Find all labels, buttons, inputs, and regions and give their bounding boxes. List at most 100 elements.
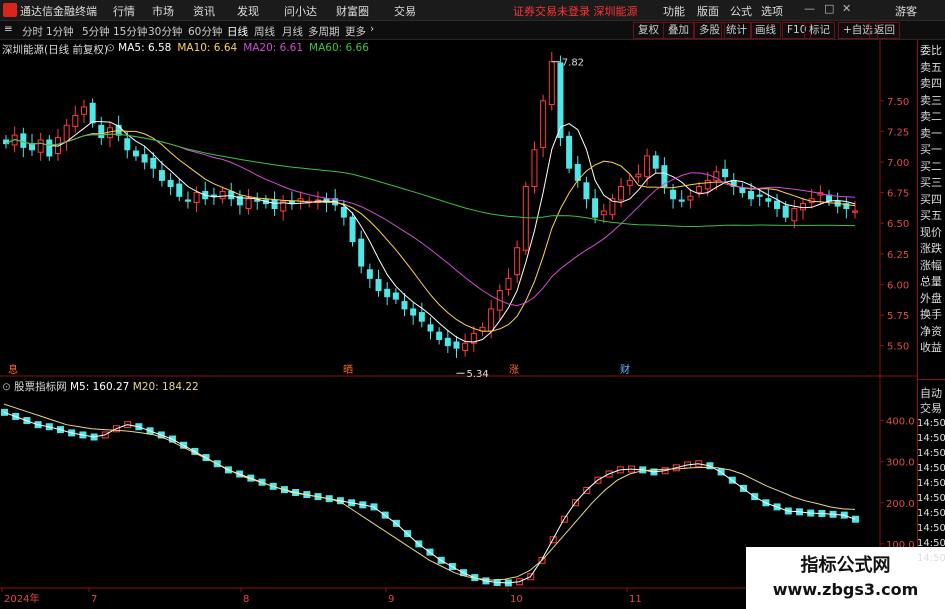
right-menu-3[interactable]: 选项 <box>761 3 783 19</box>
app-logo-icon <box>3 3 17 17</box>
ma-settings-icon[interactable]: ⊙ <box>106 42 118 54</box>
sidebar-sub-11[interactable]: 14:50 <box>917 552 945 566</box>
candle <box>444 337 451 347</box>
sub-y-tick-1: 300.0 <box>886 458 915 469</box>
sidebar-sub-8[interactable]: 14:50 <box>917 507 945 521</box>
sidebar-sub-10[interactable]: 14:50 <box>917 537 945 551</box>
sidebar-7[interactable]: 买二 <box>917 160 945 174</box>
tool-1[interactable]: 叠加 <box>663 22 694 39</box>
right-menu-0[interactable]: 功能 <box>663 3 685 19</box>
sidebar-sub-1[interactable]: 交易 <box>917 402 945 416</box>
period-4[interactable]: 30分钟 <box>148 24 182 39</box>
sidebar-15[interactable]: 外盘 <box>917 292 945 306</box>
sidebar-0[interactable]: 委比 <box>917 44 945 58</box>
candle <box>696 186 703 194</box>
period-0[interactable]: 分时 <box>22 24 43 39</box>
sidebar-sub-0[interactable]: 自动 <box>917 387 945 401</box>
period-6[interactable]: 日线 <box>227 24 248 39</box>
sidebar-3[interactable]: 卖三 <box>917 94 945 108</box>
candle <box>626 179 633 186</box>
sidebar-sub-3[interactable]: 14:50 <box>917 432 945 446</box>
candle <box>687 195 694 201</box>
candle <box>765 198 772 202</box>
candle <box>46 139 53 157</box>
sidebar-12[interactable]: 涨跌 <box>917 242 945 256</box>
period-9[interactable]: 多周期 <box>308 24 340 39</box>
tool-8[interactable]: 返回 <box>869 22 900 39</box>
event-marker-1[interactable]: 晒 <box>343 364 353 376</box>
sidebar-sub-5[interactable]: 14:50 <box>917 462 945 476</box>
tool-4[interactable]: 画线 <box>750 22 781 39</box>
sidebar-2[interactable]: 卖四 <box>917 77 945 91</box>
sidebar-13[interactable]: 涨幅 <box>917 259 945 273</box>
event-marker-0[interactable]: 息 <box>8 363 18 376</box>
period-5[interactable]: 60分钟 <box>188 24 222 39</box>
m5-bar <box>852 515 859 523</box>
sidebar-10[interactable]: 买五 <box>917 209 945 223</box>
candle <box>20 133 27 148</box>
candle <box>791 208 798 222</box>
chart-area[interactable]: 7.50 7.25 7.00 6.75 6.50 6.25 6.00 5.75 5.50 400… <box>0 40 917 609</box>
minimize-icon[interactable]: — <box>804 2 815 15</box>
more-chevron-icon[interactable]: › <box>370 23 374 35</box>
login-notice[interactable]: 证券交易未登录 深圳能源 <box>513 3 638 19</box>
sidebar-sub-4[interactable]: 14:50 <box>917 447 945 461</box>
sidebar-9[interactable]: 买四 <box>917 193 945 207</box>
right-menu-2[interactable]: 公式 <box>730 3 752 19</box>
y-tick-2: 7.00 <box>887 158 909 169</box>
menu-6[interactable]: 交易 <box>394 3 416 19</box>
sidebar-16[interactable]: 换手 <box>917 308 945 322</box>
sidebar-1[interactable]: 卖五 <box>917 61 945 75</box>
menu-3[interactable]: 发现 <box>237 3 259 19</box>
event-marker-2[interactable]: 涨 <box>509 364 519 376</box>
period-10[interactable]: 更多 <box>345 24 366 39</box>
period-7[interactable]: 周线 <box>254 24 275 39</box>
menu-5[interactable]: 财富圈 <box>336 3 369 19</box>
period-1[interactable]: 1分钟 <box>46 24 74 39</box>
tool-0[interactable]: 复权 <box>633 22 664 39</box>
candle <box>774 200 781 210</box>
candle <box>453 341 460 349</box>
candle <box>670 189 677 200</box>
period-3[interactable]: 15分钟 <box>113 24 147 39</box>
candle <box>63 124 70 142</box>
period-2[interactable]: 5分钟 <box>82 24 110 39</box>
sidebar-sub-9[interactable]: 14:50 <box>917 522 945 536</box>
candle <box>748 190 755 200</box>
candle <box>488 308 495 332</box>
x-tick-4: 10 <box>510 594 523 605</box>
sidebar-14[interactable]: 总量 <box>917 275 945 289</box>
sidebar-4[interactable]: 卖二 <box>917 110 945 124</box>
sidebar-18[interactable]: 收益 <box>917 341 945 355</box>
sidebar-6[interactable]: 买一 <box>917 143 945 157</box>
sidebar-8[interactable]: 买三 <box>917 176 945 190</box>
sidebar-11[interactable]: 现价 <box>917 226 945 240</box>
candle <box>522 186 529 251</box>
ma-value-2: MA20: 6.61 <box>243 42 304 54</box>
candle <box>141 154 148 163</box>
menu-lines-icon[interactable]: ≡ <box>4 23 13 35</box>
stock-link[interactable]: 深圳能源 <box>594 5 638 18</box>
sub-settings-icon[interactable]: ⊙ <box>2 381 11 393</box>
close-icon[interactable]: ✕ <box>842 2 851 15</box>
guest-label[interactable]: 游客 <box>895 3 917 19</box>
tool-6[interactable]: 标记 <box>804 22 835 39</box>
menu-1[interactable]: 市场 <box>152 3 174 19</box>
candle <box>427 324 434 332</box>
sidebar-5[interactable]: 卖一 <box>917 127 945 141</box>
period-8[interactable]: 月线 <box>282 24 303 39</box>
menu-4[interactable]: 问小达 <box>284 3 317 19</box>
sidebar-sub-6[interactable]: 14:50 <box>917 477 945 491</box>
sidebar-sub-7[interactable]: 14:50 <box>917 492 945 506</box>
event-marker-3[interactable]: 财 <box>620 363 630 376</box>
sidebar-17[interactable]: 净资 <box>917 325 945 339</box>
candle <box>401 301 408 310</box>
menu-2[interactable]: 资讯 <box>193 3 215 19</box>
candle <box>462 342 469 352</box>
candle <box>635 173 642 178</box>
sidebar-sub-2[interactable]: 14:50 <box>917 417 945 431</box>
restore-icon[interactable]: □ <box>824 2 834 15</box>
tool-3[interactable]: 统计 <box>721 22 752 39</box>
menu-0[interactable]: 行情 <box>113 3 135 19</box>
right-menu-1[interactable]: 版面 <box>697 3 719 19</box>
